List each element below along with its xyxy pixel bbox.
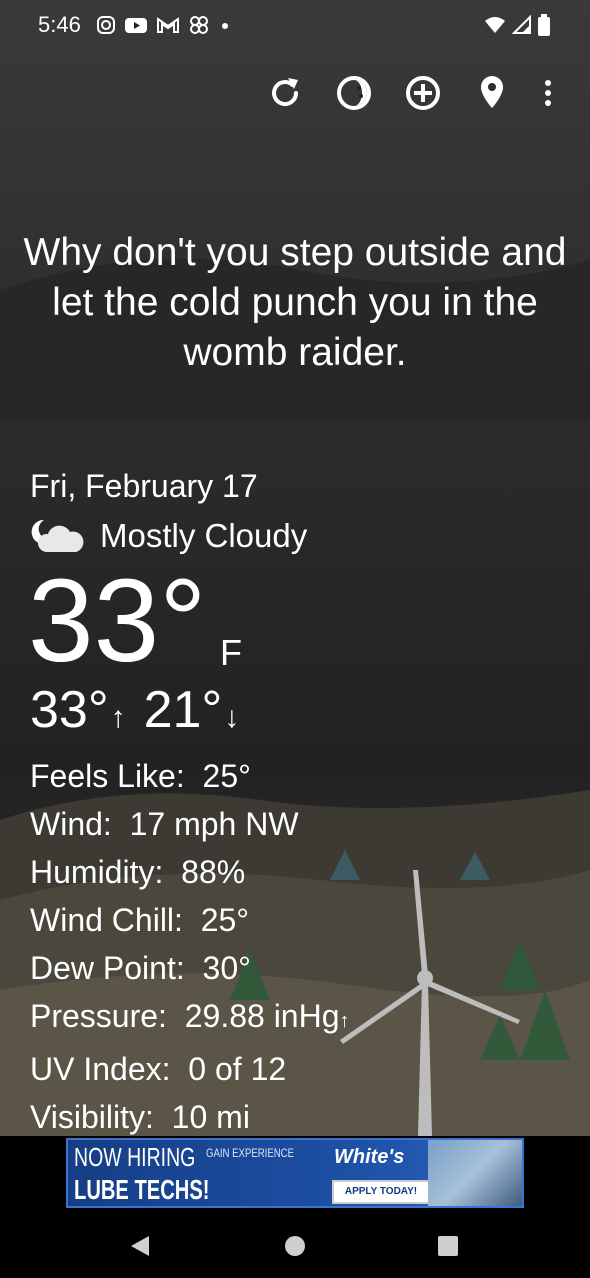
- wind-row: Wind: 17 mph NW: [30, 800, 350, 848]
- dew-point-row: Dew Point: 30°: [30, 944, 350, 992]
- uv-index-row: UV Index: 0 of 12: [30, 1045, 350, 1093]
- add-location-icon: [404, 74, 442, 117]
- ad-photo: [428, 1140, 522, 1206]
- pressure-row: Pressure: 29.88 inHg↑: [30, 992, 350, 1045]
- theme-button[interactable]: [319, 70, 388, 120]
- wind-label: Wind:: [30, 806, 112, 842]
- low-arrow: ↓: [224, 701, 240, 734]
- weather-details: Feels Like: 25° Wind: 17 mph NW Humidity…: [30, 752, 350, 1141]
- condition-label: Mostly Cloudy: [100, 517, 308, 554]
- home-icon: [283, 1234, 307, 1263]
- humidity-row: Humidity: 88%: [30, 848, 350, 896]
- more-options-icon: [543, 78, 553, 113]
- ad-apply-button[interactable]: APPLY TODAY!: [332, 1180, 430, 1204]
- wind-chill-row: Wind Chill: 25°: [30, 896, 350, 944]
- ad-banner[interactable]: NOW HIRING LUBE TECHS! GAIN EXPERIENCE W…: [66, 1138, 524, 1208]
- ad-tag: GAIN EXPERIENCE: [206, 1146, 295, 1160]
- youtube-icon: [124, 15, 148, 40]
- wind-value: 17 mph NW: [129, 806, 299, 842]
- status-time: 5:46: [38, 12, 81, 37]
- ad-subline: LUBE TECHS!: [74, 1174, 210, 1205]
- partly-cloudy-night-icon: [30, 516, 86, 556]
- pressure-value: 29.88 inHg: [184, 998, 340, 1034]
- toolbar: [250, 70, 570, 120]
- weather-condition: Mostly Cloudy: [30, 516, 307, 556]
- humidity-label: Humidity:: [30, 854, 164, 890]
- visibility-row: Visibility: 10 mi: [30, 1093, 350, 1141]
- more-options-button[interactable]: [526, 70, 570, 120]
- wifi-icon: [484, 15, 506, 40]
- current-temperature: 33°: [28, 555, 207, 687]
- uv-index-label: UV Index:: [30, 1051, 171, 1087]
- location-button[interactable]: [457, 70, 526, 120]
- notification-icons: [96, 14, 232, 41]
- weather-date: Fri, February 17: [30, 468, 258, 504]
- dew-point-label: Dew Point:: [30, 950, 185, 986]
- refresh-icon: [266, 74, 304, 117]
- uv-index-value: 0 of 12: [188, 1051, 287, 1087]
- dew-point-value: 30°: [202, 950, 251, 986]
- pinwheel-icon: [188, 14, 210, 41]
- navigation-bar: [0, 1214, 590, 1278]
- low-temperature: 21°: [143, 681, 223, 739]
- theme-icon: [335, 74, 373, 117]
- visibility-label: Visibility:: [30, 1099, 154, 1135]
- location-pin-icon: [477, 74, 507, 117]
- temperature-unit: F: [220, 632, 242, 673]
- wind-chill-value: 25°: [200, 902, 250, 938]
- visibility-value: 10 mi: [171, 1099, 250, 1135]
- recents-icon: [436, 1234, 460, 1263]
- signal-icon: [511, 14, 532, 40]
- feels-like-row: Feels Like: 25°: [30, 752, 350, 800]
- home-button[interactable]: [275, 1228, 315, 1268]
- ad-headline: NOW HIRING: [74, 1142, 196, 1172]
- high-arrow: ↑: [110, 701, 126, 734]
- system-icons: [484, 14, 550, 41]
- add-location-button[interactable]: [388, 70, 457, 120]
- high-low-temperature: 33° ↑ 21° ↓: [30, 680, 257, 740]
- dot-icon: [218, 15, 232, 40]
- recents-button[interactable]: [428, 1228, 468, 1268]
- high-temperature: 33°: [30, 681, 109, 739]
- feels-like-label: Feels Like:: [30, 758, 185, 794]
- battery-icon: [538, 14, 550, 41]
- feels-like-value: 25°: [202, 758, 251, 794]
- humidity-value: 88%: [181, 854, 246, 890]
- ad-brand: White's: [334, 1146, 405, 1168]
- status-bar: 5:46: [0, 0, 590, 52]
- pressure-arrow: ↑: [339, 1010, 350, 1032]
- pressure-label: Pressure:: [30, 998, 167, 1034]
- instagram-icon: [96, 15, 116, 40]
- weather-quote: Why don't you step outside and let the c…: [23, 231, 567, 374]
- refresh-button[interactable]: [250, 70, 319, 120]
- wind-chill-label: Wind Chill:: [30, 902, 183, 938]
- back-button[interactable]: [120, 1228, 160, 1268]
- back-icon: [129, 1234, 151, 1263]
- gmail-icon: [156, 15, 180, 40]
